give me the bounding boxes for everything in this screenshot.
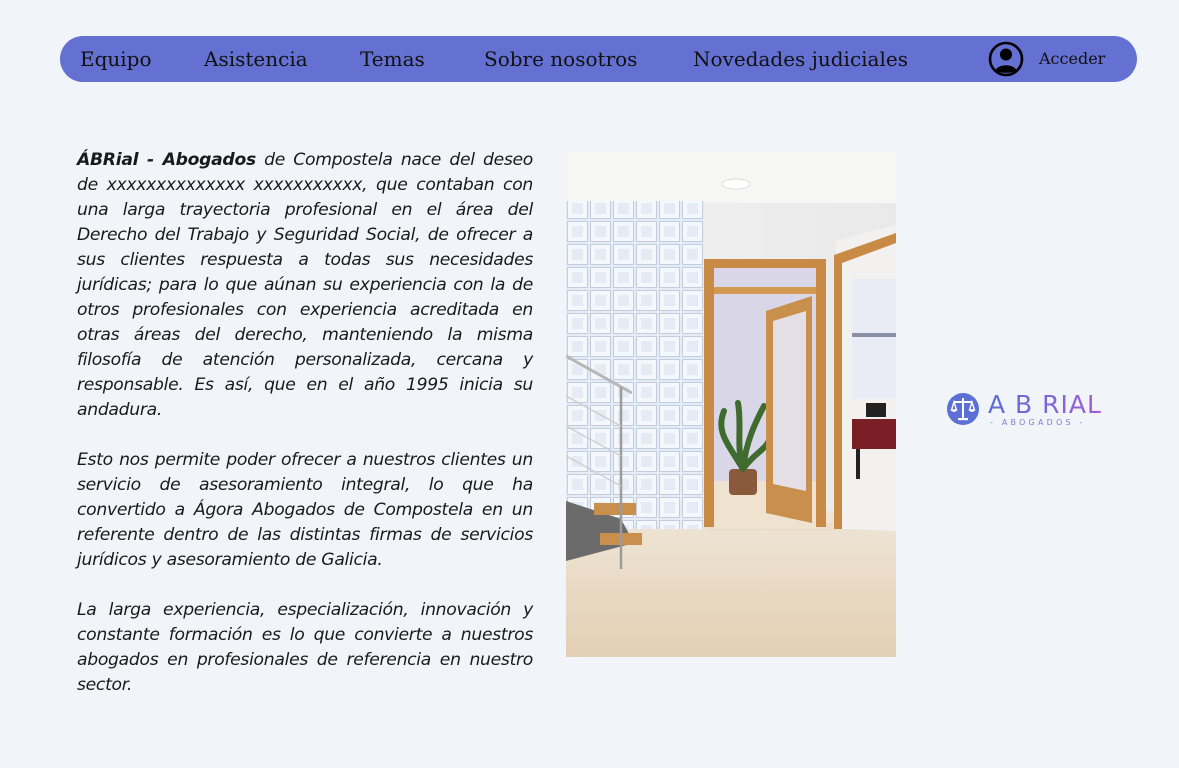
nav-item-temas[interactable]: Temas	[360, 36, 425, 82]
abrial-logo: A B RIAL - ABOGADOS -	[947, 390, 1102, 427]
about-paragraph-3: La larga experiencia, especialización, i…	[77, 600, 533, 695]
top-navbar: Equipo Asistencia Temas Sobre nosotros N…	[60, 36, 1137, 82]
nav-item-equipo[interactable]: Equipo	[80, 36, 152, 82]
nav-item-novedades-judiciales[interactable]: Novedades judiciales	[693, 36, 908, 82]
nav-item-asistencia[interactable]: Asistencia	[204, 36, 308, 82]
login-link[interactable]: Acceder	[1039, 36, 1105, 82]
logo-tagline: - ABOGADOS -	[990, 418, 1086, 427]
about-paragraph-1: ÁBRial - Abogados de Compostela nace del…	[77, 148, 533, 423]
office-photo	[566, 151, 896, 657]
about-paragraph-2: Esto nos permite poder ofrecer a nuestro…	[77, 450, 533, 570]
logo-wordmark: A B RIAL	[988, 390, 1102, 419]
nav-item-sobre-nosotros[interactable]: Sobre nosotros	[484, 36, 637, 82]
about-text: ÁBRial - Abogados de Compostela nace del…	[77, 148, 533, 723]
brand-name: ÁBRial - Abogados	[77, 150, 256, 170]
about-paragraph-1-text: de Compostela nace del deseo de xxxxxxxx…	[77, 150, 533, 420]
user-circle-icon[interactable]	[988, 41, 1024, 77]
scales-of-justice-icon	[947, 393, 979, 425]
